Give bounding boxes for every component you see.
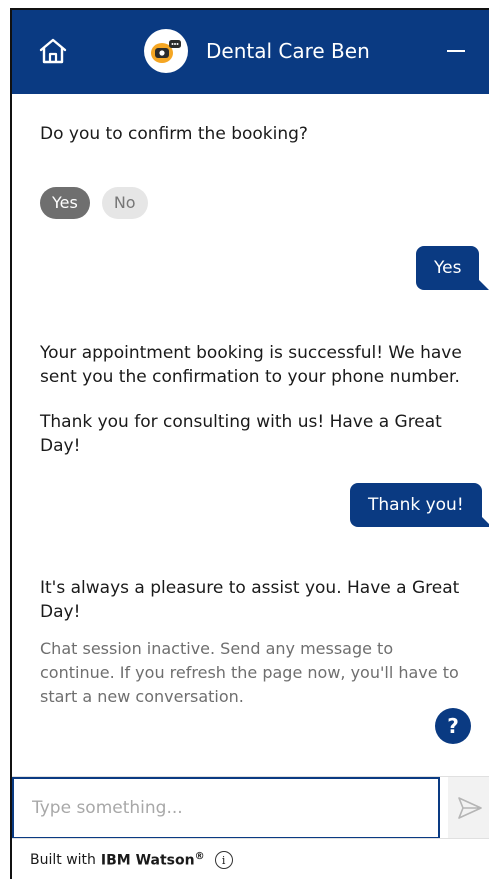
home-button[interactable] <box>34 32 72 70</box>
bot-avatar-icon <box>151 40 181 63</box>
option-no[interactable]: No <box>101 187 148 219</box>
message-input[interactable] <box>14 779 438 837</box>
help-button[interactable]: ? <box>435 708 471 744</box>
info-button[interactable]: i <box>214 851 233 869</box>
send-icon <box>457 797 482 819</box>
message-list: Do you to confirm the booking? Yes No Ye… <box>12 94 489 776</box>
bot-message: It's always a pleasure to assist you. Ha… <box>40 578 460 622</box>
bot-message: Do you to confirm the booking? <box>40 124 308 144</box>
minimize-icon <box>447 50 465 52</box>
chat-widget: Dental Care Ben Do you to confirm the bo… <box>10 8 489 879</box>
composer <box>12 776 489 839</box>
minimize-button[interactable] <box>441 36 471 66</box>
chat-title: Dental Care Ben <box>206 39 370 63</box>
chat-header: Dental Care Ben <box>12 10 489 94</box>
footer-brand: IBM Watson® <box>101 851 205 869</box>
option-yes[interactable]: Yes <box>40 187 90 219</box>
info-icon: i <box>221 853 226 867</box>
quick-reply-options: Yes No <box>40 187 148 219</box>
session-status: Chat session inactive. Send any message … <box>40 639 459 706</box>
bot-avatar <box>144 29 188 73</box>
send-button[interactable] <box>448 777 489 839</box>
user-message: Thank you! <box>350 483 489 527</box>
footer-prefix: Built with <box>30 852 96 868</box>
message-input-box <box>12 777 440 839</box>
bot-brand: Dental Care Ben <box>144 27 370 75</box>
help-icon: ? <box>447 714 459 738</box>
footer-brand-name: IBM Watson <box>100 852 195 869</box>
user-message: Yes <box>416 246 489 290</box>
home-icon <box>39 38 67 64</box>
bot-message: Thank you for consulting with us! Have a… <box>40 412 442 456</box>
trademark-symbol: ® <box>194 851 205 863</box>
footer: Built with IBM Watson® i <box>12 838 489 879</box>
bot-message: Your appointment booking is successful! … <box>40 343 462 387</box>
